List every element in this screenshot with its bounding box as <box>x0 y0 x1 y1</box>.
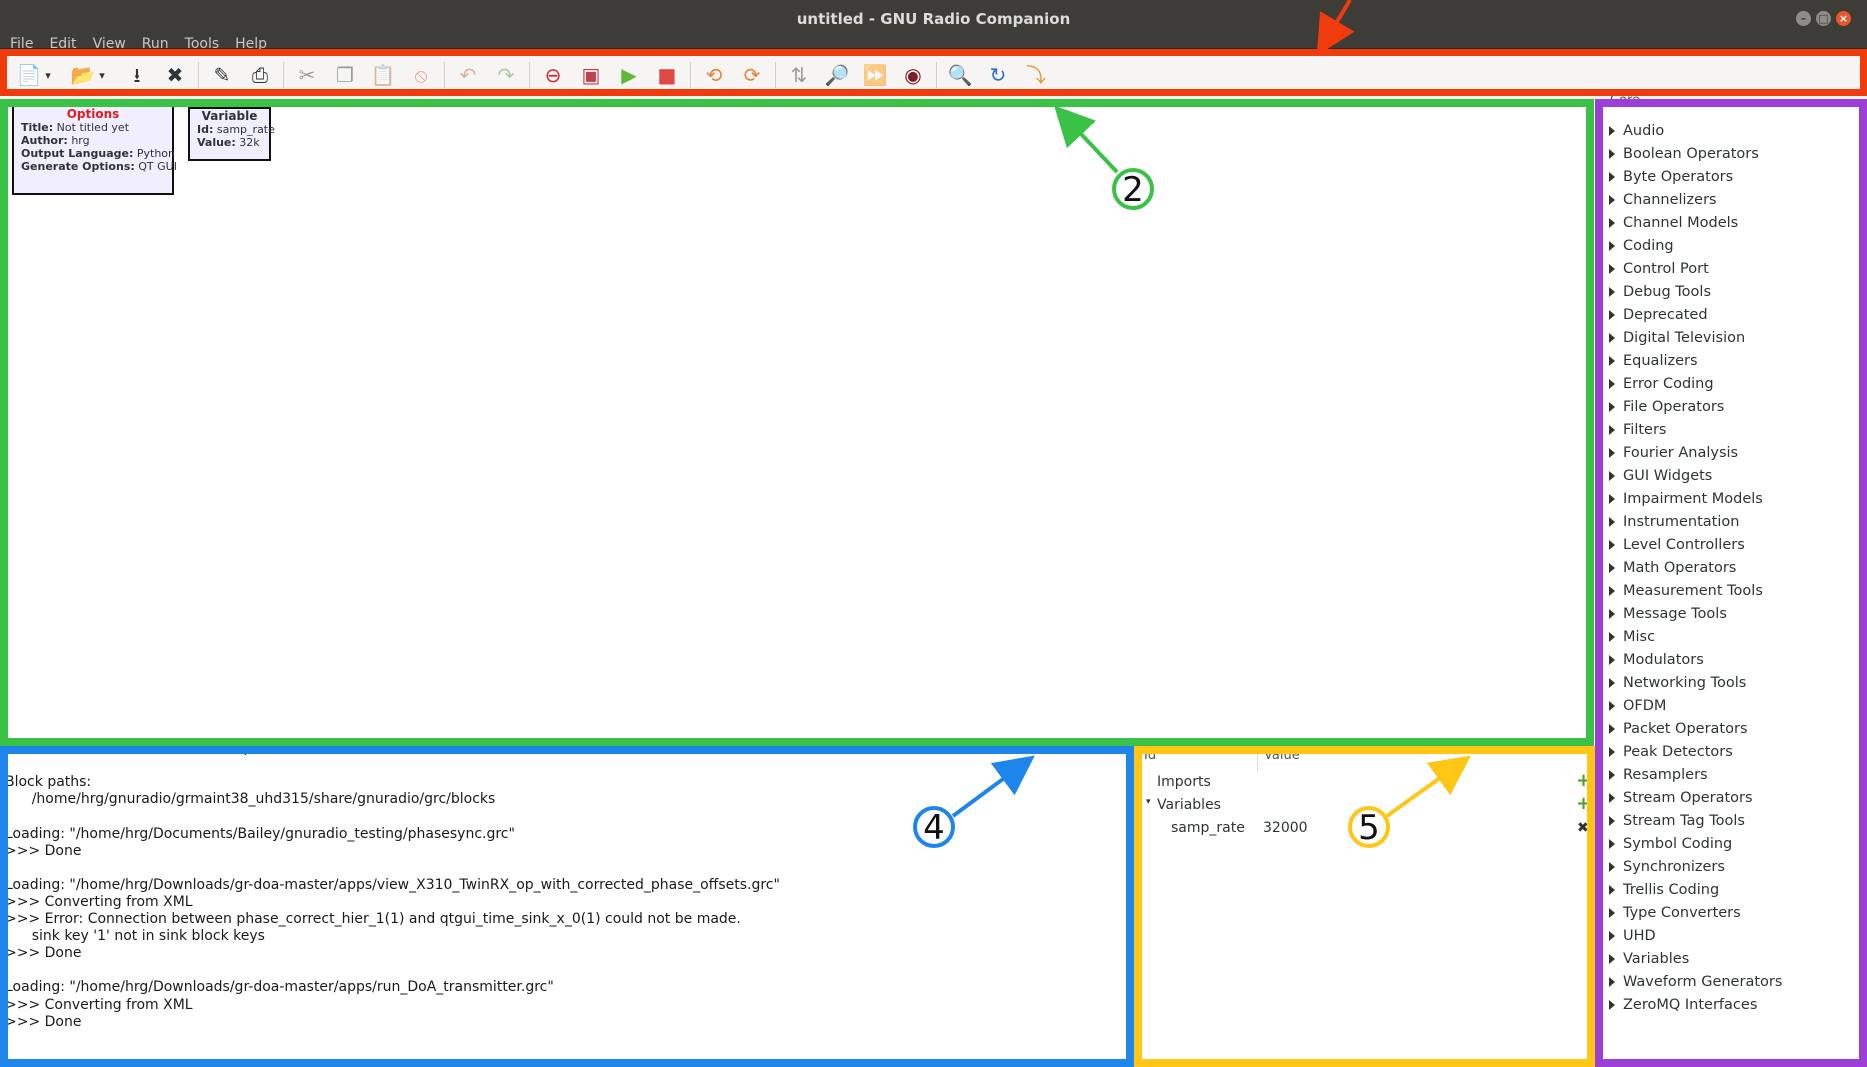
yellow-arrow <box>1385 755 1471 818</box>
red-arrow <box>1316 0 1355 56</box>
green-arrow <box>1054 105 1119 174</box>
annotation-marker-4: 4 <box>913 806 955 848</box>
annotation-arrows <box>951 0 1471 818</box>
blue-arrow <box>951 755 1035 818</box>
annotation-marker-5: 5 <box>1348 806 1390 848</box>
annotation-marker-2: 2 <box>1112 168 1154 210</box>
